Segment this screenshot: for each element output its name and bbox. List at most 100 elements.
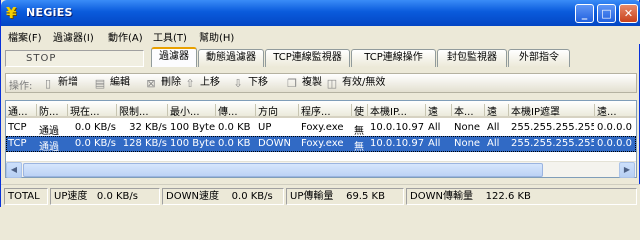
table-cell: 無 (354, 126, 364, 137)
table-row[interactable]: TCP 通過 0.0 KB/s 128 KB/s 100 Byte 0.0 KB DOWN F… (6, 136, 636, 153)
delete-button[interactable]: ⊠ 刪除 (145, 75, 181, 92)
menu-tools[interactable]: 工具(T) (153, 29, 187, 44)
move-up-button[interactable]: ⇧ 上移 (184, 75, 220, 92)
table-cell: TCP (8, 138, 27, 149)
column-divider[interactable] (215, 104, 216, 116)
tab-packet-monitor[interactable]: 封包監視器 (437, 49, 507, 67)
edit-button[interactable]: ▤ 編輯 (94, 75, 130, 92)
table-cell: None (454, 122, 481, 133)
edit-doc-icon: ▤ (94, 77, 106, 90)
status-bar: TOTAL UP速度 0.0 KB/s DOWN速度 0.0 KB/s UP傳輸… (1, 184, 640, 207)
toggle-label: 有效/無效 (342, 77, 386, 88)
toolbar-label: 操作: (9, 81, 33, 92)
scroll-right-icon[interactable]: ▶ (619, 162, 635, 178)
table-cell: Foxy.exe (301, 138, 344, 149)
column-divider[interactable] (116, 104, 117, 116)
column-divider[interactable] (351, 104, 352, 116)
table-cell: None (454, 138, 481, 149)
up-total-label: UP傳輸量 (290, 191, 334, 202)
copy-label: 複製 (302, 77, 322, 88)
column-header[interactable]: 方向 (258, 103, 300, 118)
column-header[interactable]: 限制... (119, 103, 169, 118)
column-divider[interactable] (167, 104, 168, 116)
app-window: ¥ NEGiES _ □ ✕ 檔案(F) 過濾器(I) 動作(A) 工具(T) … (0, 0, 640, 207)
up-speed-value: 0.0 KB/s (96, 191, 138, 202)
column-header[interactable]: 防... (39, 103, 69, 118)
column-header[interactable]: 最小... (170, 103, 217, 118)
table-row[interactable]: TCP 通過 0.0 KB/s 32 KB/s 100 Byte 0.0 KB UP Foxy… (6, 120, 636, 137)
menu-help[interactable]: 幫助(H) (199, 29, 234, 44)
column-header[interactable]: 通... (8, 103, 38, 118)
column-divider[interactable] (298, 104, 299, 116)
table-cell: All (428, 122, 441, 133)
column-header[interactable]: 程序... (301, 103, 353, 118)
column-header[interactable]: 本... (454, 103, 486, 118)
column-divider[interactable] (451, 104, 452, 116)
column-divider[interactable] (67, 104, 68, 116)
table-cell: DOWN (258, 138, 291, 149)
table-cell: 通過 (39, 126, 59, 137)
up-speed-label: UP速度 (54, 191, 88, 202)
column-divider[interactable] (425, 104, 426, 116)
menu-action[interactable]: 動作(A) (108, 29, 143, 44)
tab-tcp-operation[interactable]: TCP連線操作 (351, 49, 436, 67)
table-cell: 255.255.255.255 (511, 138, 594, 149)
arrow-up-icon: ⇧ (185, 77, 195, 90)
close-button[interactable]: ✕ (619, 4, 638, 23)
column-header[interactable]: 現在... (70, 103, 118, 118)
move-down-button[interactable]: ⇩ 下移 (232, 75, 268, 92)
table-cell: All (428, 138, 441, 149)
table-cell: 通過 (39, 142, 59, 153)
column-divider[interactable] (367, 104, 368, 116)
column-divider[interactable] (255, 104, 256, 116)
negies-logo-icon[interactable]: ¥ (6, 5, 22, 21)
column-header[interactable]: 本機IP遮罩 (511, 103, 596, 118)
copy-button[interactable]: ❐ 複製 (286, 75, 322, 92)
minimize-button[interactable]: _ (575, 4, 594, 23)
table-cell: 無 (354, 142, 364, 153)
stop-status-box[interactable]: STOP (5, 50, 144, 67)
column-header[interactable]: 遠 (428, 103, 453, 118)
add-label: 新增 (58, 77, 78, 88)
table-cell: 10.0.10.97 (370, 138, 425, 149)
table-cell: 100 Byte (170, 122, 215, 133)
table-cell: 128 KB/s (122, 138, 167, 149)
table-cell: 32 KB/s (129, 122, 167, 133)
table-cell: 0.0.0.0 (597, 122, 632, 133)
tab-external-command[interactable]: 外部指令 (508, 49, 570, 67)
tab-dynamic-filter[interactable]: 動態過濾器 (198, 49, 264, 67)
tab-tcp-monitor[interactable]: TCP連線監視器 (265, 49, 350, 67)
tab-filter[interactable]: 過濾器 (151, 47, 197, 67)
filter-table: 通... 防... 現在... 限制... 最小... 傳... 方向 程序... 使本機IP.… (5, 100, 637, 178)
column-header[interactable]: 傳... (218, 103, 257, 118)
column-header[interactable]: 本機IP... (370, 103, 427, 118)
maximize-button[interactable]: □ (597, 4, 616, 23)
column-divider[interactable] (508, 104, 509, 116)
toggle-enable-button[interactable]: ◫ 有效/無效 (326, 75, 386, 92)
table-cell: Foxy.exe (301, 122, 344, 133)
title-bar[interactable]: ¥ NEGiES _ □ ✕ (1, 0, 640, 26)
toggle-icon: ◫ (326, 77, 338, 90)
column-divider[interactable] (484, 104, 485, 116)
column-divider[interactable] (36, 104, 37, 116)
column-divider[interactable] (594, 104, 595, 116)
scroll-thumb[interactable] (23, 163, 543, 177)
edit-label: 編輯 (110, 77, 130, 88)
status-total: TOTAL (4, 188, 48, 205)
scroll-left-icon[interactable]: ◀ (6, 162, 22, 178)
arrow-down-icon: ⇩ (233, 77, 243, 90)
table-cell: 0.0 KB (218, 138, 251, 149)
down-total-value: 122.6 KB (485, 191, 531, 202)
add-button[interactable]: ▯ 新增 (42, 75, 78, 92)
horizontal-scrollbar[interactable]: ◀ ▶ (6, 161, 636, 178)
status-down-speed: DOWN速度 0.0 KB/s (162, 188, 284, 205)
menu-file[interactable]: 檔案(F) (8, 29, 42, 44)
menu-filter[interactable]: 過濾器(I) (53, 29, 94, 44)
move-up-label: 上移 (200, 77, 220, 88)
up-total-value: 69.5 KB (346, 191, 385, 202)
status-up-total: UP傳輸量 69.5 KB (286, 188, 404, 205)
column-header[interactable]: 遠... (597, 103, 637, 118)
table-cell: All (487, 122, 500, 133)
menu-bar: 檔案(F) 過濾器(I) 動作(A) 工具(T) 幫助(H) (1, 26, 640, 44)
column-header[interactable]: 遠 (487, 103, 510, 118)
